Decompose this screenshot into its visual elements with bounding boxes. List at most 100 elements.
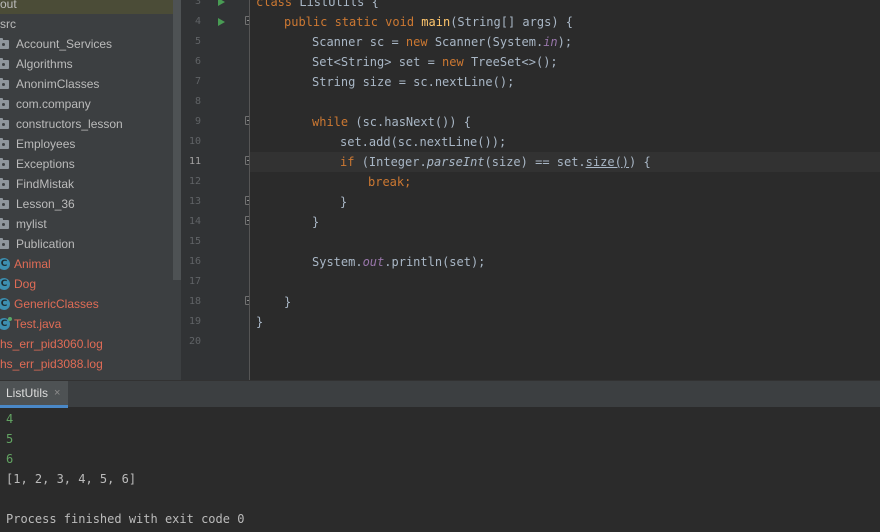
code-token: in <box>543 35 558 49</box>
code-token: break; <box>368 175 412 189</box>
code-line-6: Set<String> set = new TreeSet<>(); <box>256 52 558 72</box>
tree-item[interactable]: mylist <box>0 214 47 234</box>
tree-item-label: GenericClasses <box>14 297 99 311</box>
tree-item-label: Test.java <box>14 317 62 331</box>
code-token: } <box>312 215 320 229</box>
tree-item[interactable]: C Test.java <box>0 314 61 334</box>
code-line-7: String size = sc.nextLine(); <box>256 72 514 92</box>
run-console[interactable]: 4 5 6 [1, 2, 3, 4, 5, 6] Process finished wi… <box>0 408 880 532</box>
code-token: (String[] args) { <box>450 15 574 29</box>
code-line-14: } <box>256 212 319 232</box>
code-token: out <box>362 255 385 269</box>
run-main-icon[interactable] <box>218 18 225 26</box>
run-tab-listutils[interactable]: ListUtils × <box>0 381 69 408</box>
tree-item[interactable]: C Animal <box>0 254 51 274</box>
code-token: Set<String> set = <box>312 55 443 69</box>
line-number: 17 <box>188 276 201 287</box>
line-number: 14 <box>188 216 201 227</box>
code-token: size() <box>585 155 630 169</box>
class-icon: C <box>0 317 12 330</box>
tree-item[interactable]: Lesson_36 <box>0 194 75 214</box>
code-token: } <box>256 315 264 329</box>
package-icon <box>0 237 9 249</box>
tree-item-label: Exceptions <box>16 157 75 171</box>
code-token: new <box>405 35 435 49</box>
tree-item[interactable]: Publication <box>0 234 75 254</box>
tree-item-label: Lesson_36 <box>16 197 75 211</box>
line-number: 11 <box>188 156 201 167</box>
line-number: 5 <box>194 36 201 47</box>
code-token: (size) == set. <box>484 155 586 169</box>
line-number: 7 <box>194 76 201 87</box>
console-line: 5 <box>6 432 14 446</box>
tree-item[interactable]: hs_err_pid3060.log <box>0 334 103 354</box>
code-line-18: } <box>256 292 291 312</box>
editor-gutter: 3 4 5 6 7 8 9 10 11 12 13 14 15 16 17 18 19 20 <box>181 0 250 380</box>
line-number: 20 <box>188 336 201 347</box>
code-line-12: break; <box>256 172 411 192</box>
tree-item[interactable]: hs_err_pid3088.log <box>0 354 103 374</box>
tree-item[interactable]: Employees <box>0 134 75 154</box>
tree-item-label: com.company <box>16 97 91 111</box>
line-number: 10 <box>188 136 201 147</box>
tree-item[interactable]: Exceptions <box>0 154 75 174</box>
code-token: class <box>256 0 300 9</box>
line-number: 18 <box>188 296 201 307</box>
code-token: TreeSet<>(); <box>470 55 558 69</box>
tree-item-label: Publication <box>16 237 75 251</box>
tree-item[interactable]: AnonimClasses <box>0 74 99 94</box>
tree-item[interactable]: com.company <box>0 94 91 114</box>
run-tab-label: ListUtils <box>6 386 49 400</box>
line-number: 3 <box>194 0 201 7</box>
code-token: ) { <box>629 155 651 169</box>
code-editor[interactable]: class ListUtils { public static void mai… <box>250 0 880 380</box>
package-icon <box>0 97 9 109</box>
package-icon <box>0 217 9 229</box>
package-icon <box>0 137 9 149</box>
tree-item[interactable]: Account_Services <box>0 34 112 54</box>
code-token: if <box>340 155 362 169</box>
tree-item-label: Animal <box>14 257 51 271</box>
package-icon <box>0 157 9 169</box>
class-icon: C <box>0 258 10 270</box>
tree-item-label: src <box>0 17 16 31</box>
code-token: parseInt <box>426 155 485 169</box>
line-number: 9 <box>194 116 201 127</box>
tree-item[interactable]: constructors_lesson <box>0 114 123 134</box>
tree-item[interactable]: FindMistak <box>0 174 74 194</box>
tree-item[interactable]: C GenericClasses <box>0 294 99 314</box>
code-token: } <box>284 295 292 309</box>
code-token: size = sc.nextLine(); <box>362 75 515 89</box>
line-number: 13 <box>188 196 201 207</box>
code-token: (sc.hasNext()) { <box>355 115 471 129</box>
code-token: Scanner sc = <box>312 35 406 49</box>
code-line-16: System.out.println(set); <box>256 252 485 272</box>
tree-item-label: Algorithms <box>16 57 73 71</box>
code-line-5: Scanner sc = new Scanner(System.in); <box>256 32 572 52</box>
code-line-9: while (sc.hasNext()) { <box>256 112 471 132</box>
tree-scrollbar[interactable] <box>173 0 181 280</box>
code-token: System. <box>312 255 363 269</box>
tree-item-out[interactable]: out <box>0 0 181 14</box>
tree-item-label: Dog <box>14 277 37 291</box>
tree-item-src[interactable]: src <box>0 14 16 34</box>
code-token: .println(set); <box>384 255 486 269</box>
code-token: set.add(sc.nextLine()); <box>340 135 507 149</box>
tree-item[interactable]: Algorithms <box>0 54 73 74</box>
close-icon[interactable]: × <box>54 387 60 399</box>
code-token: ); <box>557 35 573 49</box>
code-token: Scanner(System. <box>434 35 544 49</box>
tree-item-label: hs_err_pid3088.log <box>0 357 103 371</box>
line-number: 4 <box>194 16 201 27</box>
tree-item-label: Employees <box>16 137 76 151</box>
code-line-4: public static void main(String[] args) { <box>256 12 573 32</box>
console-line: 4 <box>6 412 14 426</box>
tree-item[interactable]: C Dog <box>0 274 36 294</box>
code-line-13: } <box>256 192 347 212</box>
tree-item-label: constructors_lesson <box>16 117 123 131</box>
line-number: 16 <box>188 256 201 267</box>
line-number: 8 <box>194 96 201 107</box>
code-token: while <box>312 115 356 129</box>
line-number: 12 <box>188 176 201 187</box>
run-class-icon[interactable] <box>218 0 225 6</box>
